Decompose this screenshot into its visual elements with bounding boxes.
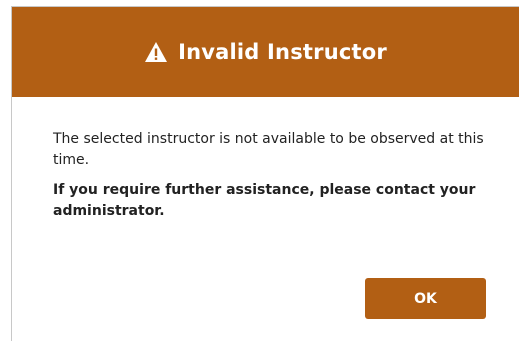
dialog-help-text: If you require further assistance, pleas… xyxy=(53,182,476,219)
invalid-instructor-dialog: Invalid Instructor The selected instruct… xyxy=(11,6,519,341)
dialog-header: Invalid Instructor xyxy=(12,7,519,97)
dialog-message: The selected instructor is not available… xyxy=(53,131,484,168)
dialog-title: Invalid Instructor xyxy=(178,40,387,64)
warning-triangle-icon xyxy=(144,41,168,63)
dialog-body: The selected instructor is not available… xyxy=(53,129,493,222)
ok-button[interactable]: OK xyxy=(365,278,486,319)
